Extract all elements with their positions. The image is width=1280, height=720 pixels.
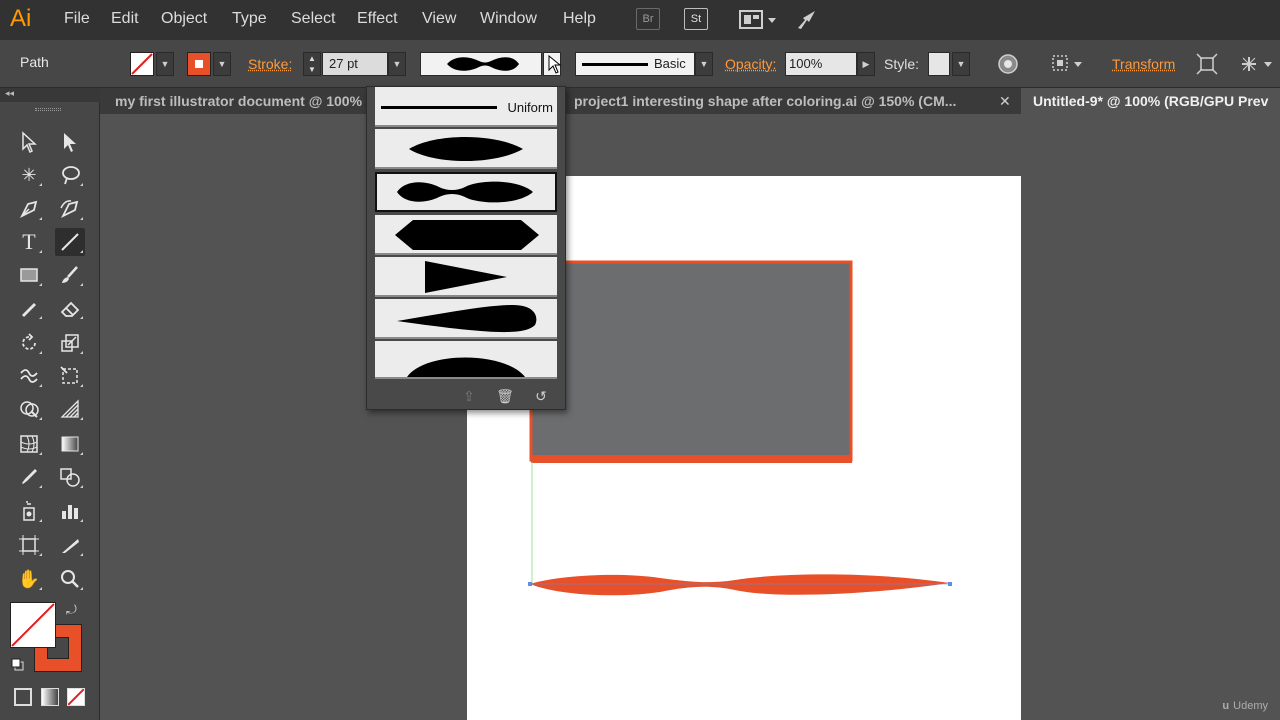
rectangle-bottom-stroke (531, 455, 852, 463)
anchor-point-start[interactable] (528, 582, 532, 586)
profile-width-4[interactable] (375, 257, 557, 297)
profile-uniform[interactable]: Uniform (375, 87, 557, 127)
width-profile-dropdown: Uniform ⇪ 🗑 ↺ (366, 86, 566, 410)
artwork-layer (528, 260, 952, 596)
profile-width-1[interactable] (375, 129, 557, 169)
delete-profile-icon[interactable]: 🗑 (495, 387, 515, 405)
variable-width-line[interactable] (530, 574, 950, 596)
anchor-point-end[interactable] (948, 582, 952, 586)
profile-width-3[interactable] (375, 215, 557, 255)
gray-rectangle[interactable] (531, 262, 851, 460)
profile-width-5[interactable] (375, 299, 557, 339)
profile-width-2[interactable] (375, 172, 557, 212)
udemy-logo-icon: u (1222, 700, 1230, 712)
profile-uniform-label: Uniform (507, 100, 553, 115)
add-to-profiles-icon[interactable]: ⇪ (459, 387, 479, 405)
profile-width-6[interactable] (375, 341, 557, 379)
udemy-watermark: u Udemy (1222, 700, 1268, 712)
watermark-text: Udemy (1233, 700, 1268, 712)
mouse-cursor-icon (548, 54, 562, 75)
reset-profiles-icon[interactable]: ↺ (531, 387, 551, 405)
